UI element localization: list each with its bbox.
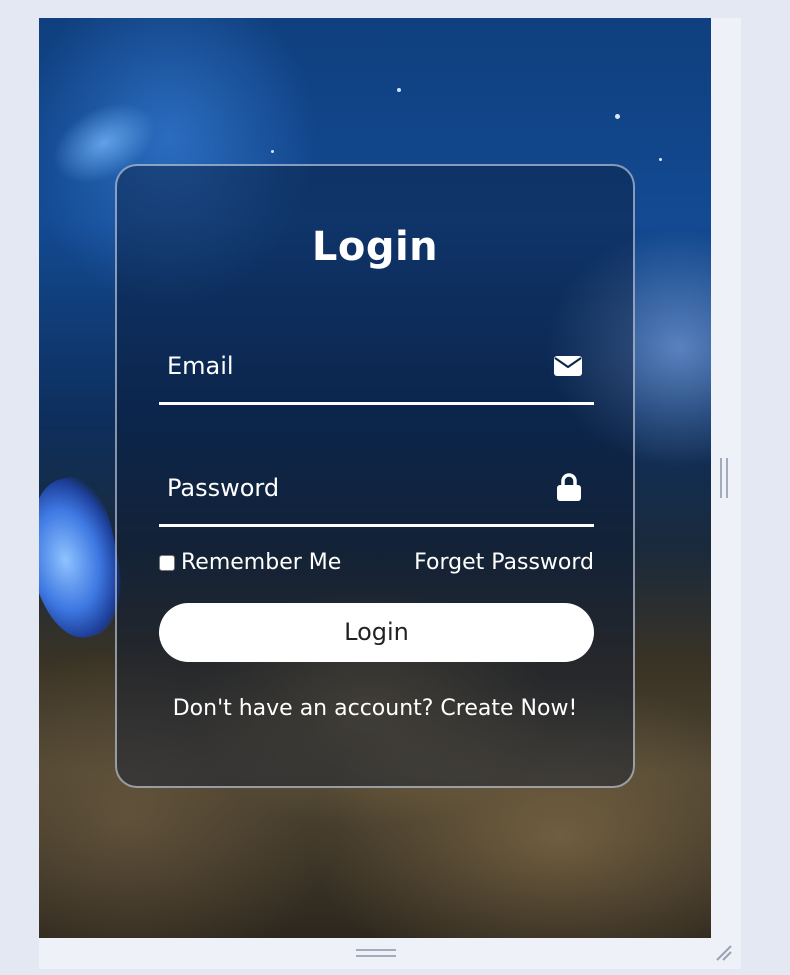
sparkle bbox=[659, 158, 662, 161]
email-field[interactable]: Email bbox=[159, 352, 594, 405]
email-label: Email bbox=[167, 352, 234, 380]
login-button[interactable]: Login bbox=[159, 603, 594, 662]
forgot-password-link[interactable]: Forget Password bbox=[414, 550, 594, 575]
sparkle bbox=[397, 88, 401, 92]
resize-corner-icon[interactable] bbox=[715, 944, 733, 962]
sparkle bbox=[615, 114, 620, 119]
remember-label: Remember Me bbox=[181, 550, 342, 575]
vertical-resize-handle[interactable] bbox=[720, 458, 730, 498]
login-options: Remember Me Forget Password bbox=[159, 550, 594, 580]
lock-icon bbox=[557, 473, 581, 501]
login-title: Login bbox=[311, 224, 439, 270]
page-frame: Login Email Password Remember Me Forget … bbox=[39, 18, 741, 969]
background-image: Login Email Password Remember Me Forget … bbox=[39, 18, 711, 938]
sparkle bbox=[271, 150, 274, 153]
remember-me[interactable]: Remember Me bbox=[159, 550, 341, 575]
password-label: Password bbox=[167, 474, 280, 502]
envelope-icon bbox=[554, 356, 582, 376]
password-field[interactable]: Password bbox=[159, 473, 594, 527]
horizontal-resize-handle[interactable] bbox=[356, 949, 396, 959]
create-account-link[interactable]: Don't have an account? Create Now! bbox=[117, 696, 633, 721]
remember-checkbox[interactable] bbox=[159, 554, 175, 571]
login-card: Login Email Password Remember Me Forget … bbox=[115, 164, 635, 788]
